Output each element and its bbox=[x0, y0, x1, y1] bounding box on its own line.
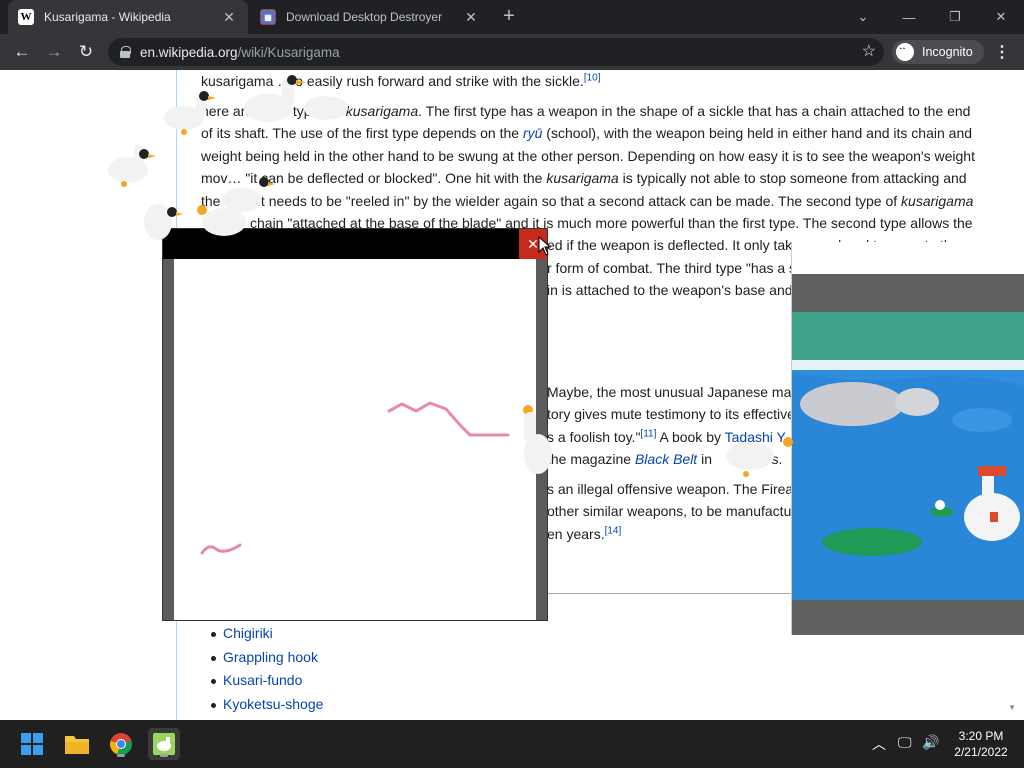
goose-sprite bbox=[197, 205, 246, 236]
handwritten-note: i m an agent of chaos bbox=[186, 288, 510, 588]
article-text: kusarigama bbox=[546, 170, 619, 187]
close-tab-icon[interactable]: ✕ bbox=[462, 9, 480, 26]
article-text: en years. bbox=[547, 525, 605, 542]
article-text: (school), with the weapon being held in … bbox=[546, 125, 973, 142]
video-titlebar[interactable] bbox=[792, 242, 1024, 274]
network-icon[interactable]: 🖵 bbox=[898, 734, 912, 751]
bookmark-star-icon[interactable]: ☆ bbox=[862, 41, 876, 61]
minimize-button[interactable]: — bbox=[886, 0, 932, 34]
file-explorer-icon[interactable] bbox=[61, 728, 93, 760]
incognito-label: Incognito bbox=[922, 45, 973, 59]
clock[interactable]: 3:20 PM 2/21/2022 bbox=[946, 728, 1016, 760]
article-text: in bbox=[701, 451, 712, 468]
goose-notepad-window[interactable]: ✕ i m an agent of chaos bbox=[162, 228, 548, 621]
incognito-icon bbox=[896, 43, 914, 61]
reference-link[interactable]: [14] bbox=[605, 525, 622, 536]
black-belt-link[interactable]: Black Belt bbox=[635, 451, 697, 467]
tab-desktop-destroyer[interactable]: ▦ Download Desktop Destroyer ✕ bbox=[250, 0, 490, 34]
article-text: the weight needs to be "reeled in" by th… bbox=[201, 192, 898, 209]
scroll-down-arrow-icon[interactable]: ▼ bbox=[1008, 703, 1016, 712]
back-button[interactable]: ← bbox=[8, 38, 36, 66]
goose-sprite bbox=[726, 437, 793, 477]
running-indicator bbox=[160, 754, 168, 757]
note-line: of bbox=[274, 478, 316, 527]
lock-icon bbox=[120, 46, 131, 58]
restore-button[interactable]: ❐ bbox=[932, 0, 978, 34]
see-also-item[interactable]: Kusari-fundo bbox=[210, 669, 323, 693]
note-line: agent bbox=[224, 424, 351, 475]
article-text: weight being held in the other hand to b… bbox=[201, 147, 975, 164]
article-text: . The first type has a weapon in the sha… bbox=[418, 103, 971, 119]
browser-toolbar: ← → ↻ en.wikipedia.org/wiki/Kusarigama ☆… bbox=[0, 34, 1024, 70]
address-bar[interactable]: en.wikipedia.org/wiki/Kusarigama ☆ bbox=[108, 38, 884, 66]
note-line: chaos bbox=[312, 537, 441, 588]
chrome-icon[interactable] bbox=[105, 728, 137, 760]
tab-search-icon[interactable]: ⌄ bbox=[840, 0, 886, 34]
see-also-item[interactable]: Kyoketsu-shoge bbox=[210, 693, 323, 717]
goose-game-video bbox=[792, 312, 1024, 600]
volume-icon[interactable]: 🔊 bbox=[922, 734, 939, 751]
reference-link[interactable]: [11] bbox=[640, 428, 656, 439]
article-text: s a foolish toy." bbox=[547, 428, 641, 445]
goose-sprite bbox=[108, 144, 156, 187]
wikipedia-icon: W bbox=[18, 9, 34, 25]
goose-sprite bbox=[144, 204, 183, 240]
reference-link[interactable]: [10] bbox=[584, 72, 601, 83]
notepad-paper: i m an agent of chaos bbox=[174, 259, 536, 620]
new-tab-button[interactable]: + bbox=[498, 6, 520, 28]
see-also-item[interactable]: Chigiriki bbox=[210, 622, 323, 646]
note-line: an bbox=[186, 353, 228, 393]
scribble-line bbox=[200, 543, 242, 555]
desktop-goose-icon[interactable] bbox=[148, 728, 180, 760]
screen: W Kusarigama - Wikipedia ✕ ▦ Download De… bbox=[0, 0, 1024, 768]
show-hidden-icons-icon[interactable]: ︿ bbox=[872, 734, 886, 754]
tab-label: Download Desktop Destroyer bbox=[286, 10, 443, 24]
close-window-button[interactable]: ✕ bbox=[978, 0, 1024, 34]
scribble-line bbox=[387, 401, 510, 437]
goose-sprite bbox=[523, 405, 552, 474]
article-text: the magazine bbox=[547, 451, 632, 468]
goose-sprite bbox=[304, 96, 348, 120]
tab-label: Kusarigama - Wikipedia bbox=[44, 10, 171, 24]
article-text: kusarigama bbox=[901, 192, 974, 209]
url-path: /wiki/Kusarigama bbox=[237, 44, 340, 60]
menu-kebab-icon[interactable]: ⋮ bbox=[994, 42, 1010, 62]
tab-strip: W Kusarigama - Wikipedia ✕ ▦ Download De… bbox=[0, 0, 1024, 34]
pond-scene-image bbox=[792, 312, 1024, 600]
forward-button[interactable]: → bbox=[40, 38, 68, 66]
article-text: kusarigama bbox=[345, 103, 419, 119]
start-icon[interactable] bbox=[16, 728, 48, 760]
see-also-list: Chigiriki Grappling hook Kusari-fundo Ky… bbox=[210, 622, 323, 717]
video-window[interactable] bbox=[791, 242, 1024, 635]
article-text: is typically not able to stop someone fr… bbox=[622, 170, 967, 187]
clock-date: 2/21/2022 bbox=[954, 745, 1008, 759]
note-line: i m bbox=[202, 288, 274, 342]
goose-sprite bbox=[164, 91, 216, 135]
url-host: en.wikipedia.org bbox=[140, 44, 238, 60]
clock-time: 3:20 PM bbox=[958, 729, 1004, 743]
ryu-link[interactable]: ryū bbox=[523, 125, 542, 141]
mouse-cursor-icon bbox=[538, 236, 552, 256]
see-also-item[interactable]: Grappling hook bbox=[210, 646, 323, 670]
article-text: A book by bbox=[659, 428, 721, 445]
reload-button[interactable]: ↻ bbox=[72, 38, 100, 66]
tab-kusarigama[interactable]: W Kusarigama - Wikipedia ✕ bbox=[8, 0, 248, 34]
incognito-profile-button[interactable]: Incognito bbox=[892, 40, 984, 64]
taskbar: ︿ 🖵 🔊 3:20 PM 2/21/2022 bbox=[0, 720, 1024, 768]
running-indicator bbox=[117, 754, 125, 757]
desktop-destroyer-icon: ▦ bbox=[260, 9, 276, 25]
close-tab-icon[interactable]: ✕ bbox=[220, 9, 238, 26]
